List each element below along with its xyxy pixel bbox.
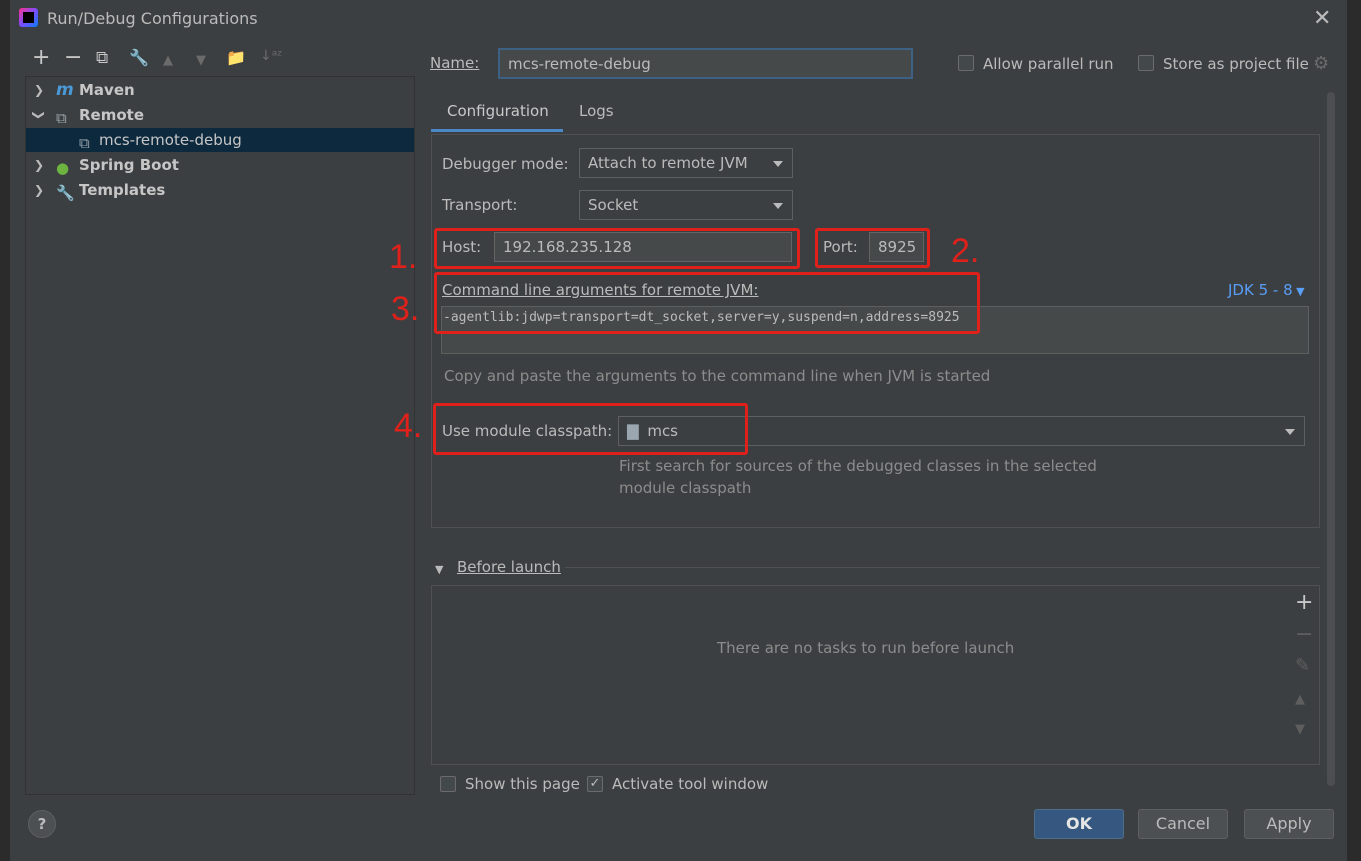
remove-task-icon[interactable]: − (1295, 622, 1313, 647)
vertical-scrollbar[interactable] (1327, 92, 1335, 786)
wrench-icon[interactable]: 🔧 (129, 48, 149, 67)
ok-button[interactable]: OK (1034, 809, 1124, 839)
apply-button[interactable]: Apply (1244, 809, 1334, 839)
move-task-up-icon[interactable]: ▲ (1295, 692, 1305, 707)
close-icon[interactable]: ✕ (1313, 6, 1331, 31)
store-project-label: Store as project file (1163, 55, 1309, 73)
tree-item-maven[interactable]: ❯ m Maven (26, 78, 414, 102)
add-icon[interactable]: + (32, 45, 50, 70)
move-task-down-icon[interactable]: ▼ (1295, 722, 1305, 737)
cancel-button[interactable]: Cancel (1138, 809, 1228, 839)
no-tasks-message: There are no tasks to run before launch (717, 639, 1015, 657)
tab-logs[interactable]: Logs (579, 102, 614, 120)
annotation-box-2 (815, 228, 930, 268)
intellij-app-icon (19, 8, 38, 27)
chevron-down-icon: ▼ (1292, 285, 1305, 298)
allow-parallel-label: Allow parallel run (983, 55, 1114, 73)
edit-task-icon[interactable]: ✎ (1295, 655, 1310, 676)
wrench-icon: 🔧 (56, 184, 75, 202)
jdk-version-label: JDK 5 - 8 (1228, 281, 1293, 299)
move-up-icon[interactable]: ▲ (163, 53, 173, 68)
chevron-right-icon[interactable]: ❯ (34, 78, 44, 102)
chevron-down-icon[interactable]: ❯ (27, 110, 51, 120)
active-tab-indicator (431, 129, 563, 132)
debugger-mode-select[interactable]: Attach to remote JVM (579, 148, 793, 178)
allow-parallel-checkbox[interactable] (958, 55, 974, 71)
store-project-checkbox[interactable] (1138, 55, 1154, 71)
transport-select[interactable]: Socket (579, 190, 793, 220)
annotation-number-4: 4. (394, 407, 423, 445)
name-label: Name: (430, 54, 480, 72)
remove-icon[interactable]: − (64, 45, 82, 70)
remote-icon: ⧉ (56, 109, 67, 127)
tab-configuration[interactable]: Configuration (447, 102, 549, 120)
tree-item-label: mcs-remote-debug (99, 131, 242, 149)
tree-item-label: Maven (79, 81, 135, 99)
show-page-label: Show this page (465, 775, 580, 793)
activate-tool-label: Activate tool window (612, 775, 769, 793)
tree-item-spring-boot[interactable]: ❯ ● Spring Boot (26, 153, 414, 177)
move-down-icon[interactable]: ▼ (196, 53, 206, 68)
show-page-checkbox[interactable] (440, 776, 456, 792)
debugger-mode-value: Attach to remote JVM (588, 154, 748, 172)
folder-add-icon[interactable]: 📁 (226, 48, 246, 67)
configuration-tree: ❯ m Maven ❯ ⧉ Remote ⧉ mcs-remote-debug … (25, 76, 415, 795)
gear-icon[interactable]: ⚙ (1313, 53, 1329, 74)
classpath-hint-line-2: module classpath (619, 479, 752, 497)
tree-item-mcs-remote-debug[interactable]: ⧉ mcs-remote-debug (26, 128, 414, 152)
tree-item-label: Remote (79, 106, 145, 124)
debugger-mode-label: Debugger mode: (442, 155, 569, 173)
activate-tool-checkbox[interactable]: ✓ (587, 776, 603, 792)
help-button[interactable]: ? (28, 810, 56, 838)
annotation-number-3: 3. (391, 290, 420, 328)
tree-item-remote[interactable]: ❯ ⧉ Remote (26, 103, 414, 127)
tree-item-label: Spring Boot (79, 156, 179, 174)
args-hint: Copy and paste the arguments to the comm… (444, 367, 991, 385)
copy-icon[interactable]: ⧉ (96, 48, 108, 68)
name-input[interactable]: mcs-remote-debug (498, 48, 913, 79)
remote-config-icon: ⧉ (79, 134, 90, 152)
chevron-down-icon (1285, 429, 1295, 435)
before-launch-task-list (431, 585, 1320, 765)
annotation-box-4 (433, 403, 748, 455)
transport-value: Socket (588, 196, 639, 214)
background-left-edge (0, 0, 10, 861)
jdk-version-link[interactable]: JDK 5 - 8 ▼ (1228, 281, 1305, 299)
sort-icon[interactable]: ↓ᵃᶻ (260, 48, 282, 64)
annotation-box-1 (434, 228, 800, 269)
annotation-number-1: 1. (389, 238, 418, 276)
background-right-edge (1347, 0, 1361, 861)
before-launch-label: Before launch (457, 558, 561, 576)
classpath-hint-line-1: First search for sources of the debugged… (619, 457, 1097, 475)
chevron-right-icon[interactable]: ❯ (34, 153, 44, 177)
before-launch-divider (565, 567, 1320, 568)
chevron-down-icon (773, 203, 783, 209)
chevron-right-icon[interactable]: ❯ (34, 178, 44, 202)
maven-icon: m (56, 80, 74, 100)
window-title: Run/Debug Configurations (47, 9, 258, 28)
chevron-down-icon (773, 161, 783, 167)
transport-label: Transport: (442, 196, 518, 214)
annotation-number-2: 2. (951, 232, 980, 270)
spring-boot-icon: ● (56, 159, 70, 177)
collapse-triangle-icon[interactable]: ▼ (435, 563, 443, 576)
add-task-icon[interactable]: + (1295, 590, 1313, 615)
tree-item-templates[interactable]: ❯ 🔧 Templates (26, 178, 414, 202)
tree-item-label: Templates (79, 181, 166, 199)
annotation-box-3 (434, 272, 980, 334)
